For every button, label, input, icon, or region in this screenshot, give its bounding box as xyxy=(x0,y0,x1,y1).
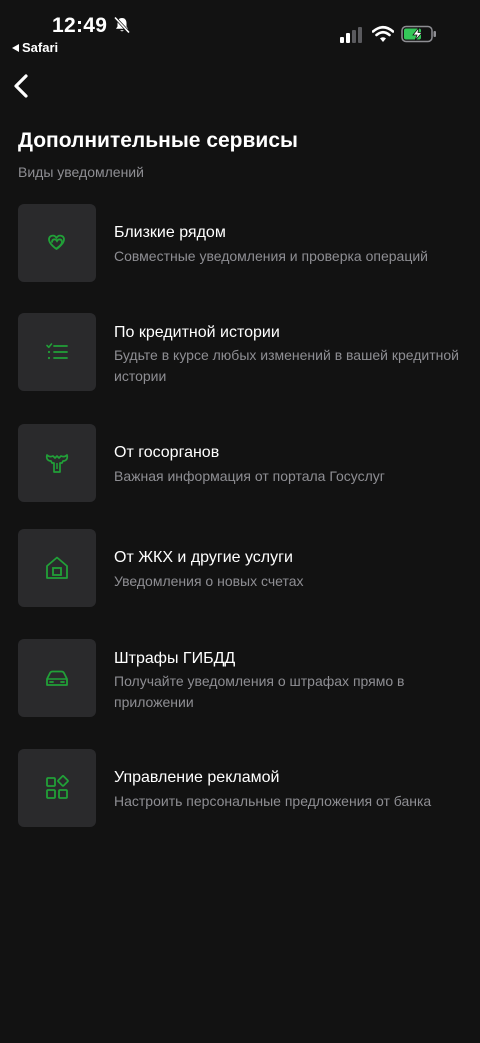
service-title: Управление рекламой xyxy=(114,769,280,786)
service-title: От госорганов xyxy=(114,444,220,461)
service-icon-tile xyxy=(18,639,96,717)
car-icon xyxy=(46,670,68,686)
service-icon-tile xyxy=(18,424,96,502)
service-icon-tile xyxy=(18,529,96,607)
service-subtitle: Совместные уведомления и проверка операц… xyxy=(114,248,428,264)
service-title: По кредитной истории xyxy=(114,324,280,341)
service-subtitle: Уведомления о новых счетах xyxy=(114,573,304,589)
status-bar: 12:49 Safari xyxy=(0,0,480,60)
cellular-signal-icon xyxy=(340,27,362,43)
service-icon-tile xyxy=(18,313,96,391)
service-subtitle: Получайте уведомления о штрафах прямо в … xyxy=(114,673,405,710)
wifi-icon xyxy=(372,25,394,42)
service-title: Близкие рядом xyxy=(114,224,226,241)
page-title: Дополнительные сервисы xyxy=(18,129,298,152)
widgets-icon xyxy=(46,775,69,799)
back-to-safari[interactable]: Safari xyxy=(12,40,58,55)
service-title: Штрафы ГИБДД xyxy=(114,650,236,667)
battery-charging-icon xyxy=(401,25,436,43)
service-subtitle: Важная информация от портала Госуслуг xyxy=(114,468,385,484)
back-chevron-icon[interactable] xyxy=(11,72,35,100)
section-label: Виды уведомлений xyxy=(18,164,144,180)
service-subtitle: Настроить персональные предложения от ба… xyxy=(114,793,432,809)
service-icon-tile xyxy=(18,204,96,282)
status-time: 12:49 xyxy=(52,14,108,37)
checklist-icon xyxy=(46,343,68,360)
service-icon-tile xyxy=(18,749,96,827)
hearts-icon xyxy=(48,234,65,250)
service-subtitle: Будьте в курсе любых изменений в вашей к… xyxy=(114,347,459,384)
service-title: От ЖКХ и другие услуги xyxy=(114,549,293,566)
back-app-label: Safari xyxy=(22,40,59,55)
coat-of-arms-icon xyxy=(45,454,69,473)
bell-muted-icon xyxy=(113,16,131,34)
back-triangle-icon xyxy=(12,43,19,52)
house-icon xyxy=(46,556,68,579)
